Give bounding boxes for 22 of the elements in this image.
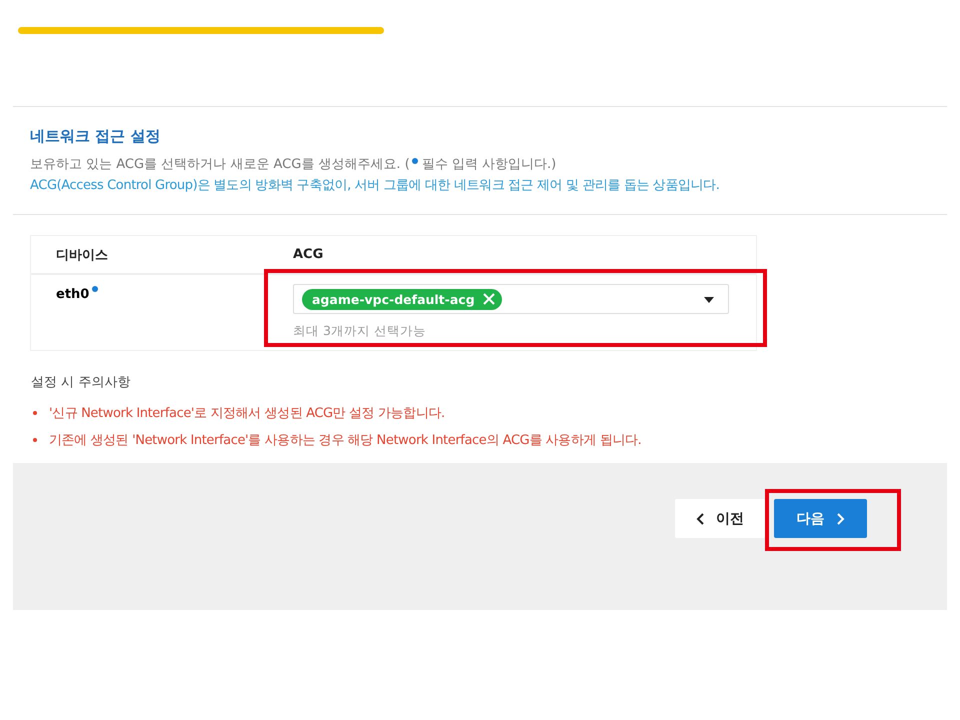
note-text: 기존에 생성된 'Network Interface'를 사용하는 경우 해당 Network Interface의 ACG를 사용하게 됩니다. <box>49 432 642 448</box>
note-text: '신규 Network Interface'로 지정해서 생성된 ACG만 설정 가능합니다. <box>49 404 445 422</box>
device-name: eth0 <box>56 287 90 302</box>
remove-icon[interactable] <box>482 293 495 305</box>
next-button[interactable]: 다음 <box>774 499 867 538</box>
acg-select[interactable]: agame-vpc-default-acg <box>293 284 729 314</box>
column-header: 디바이스 <box>55 246 109 264</box>
tag-label: agame-vpc-default-acg <box>312 292 475 306</box>
bullet-icon <box>33 410 37 414</box>
notes-title: 설정 시 주의사항 <box>31 374 132 391</box>
caret-icon <box>704 297 714 303</box>
hint-text: 보유하고 있는 ACG를 선택하거나 새로운 ACG를 생성해주세요. ( <box>30 156 410 173</box>
chevron-right-icon <box>836 512 844 524</box>
description-text: ACG(Access Control Group)은 별도의 방화벽 구축없이, 서버 그룹에 대한 네트워크 접근 제어 및 관리를 돕는 상품입니다. <box>30 177 720 195</box>
helper-text: 최대 3개까지 선택가능 <box>293 323 427 340</box>
section-title: 네트워크 접근 설정 <box>30 127 162 146</box>
hint-text: 필수 입력 사항입니다.) <box>422 156 556 173</box>
required-dot-icon <box>412 158 418 164</box>
chevron-left-icon <box>696 512 704 524</box>
bullet-icon <box>33 438 37 442</box>
column-header: ACG <box>292 247 324 262</box>
previous-button[interactable]: 이전 <box>675 499 765 538</box>
